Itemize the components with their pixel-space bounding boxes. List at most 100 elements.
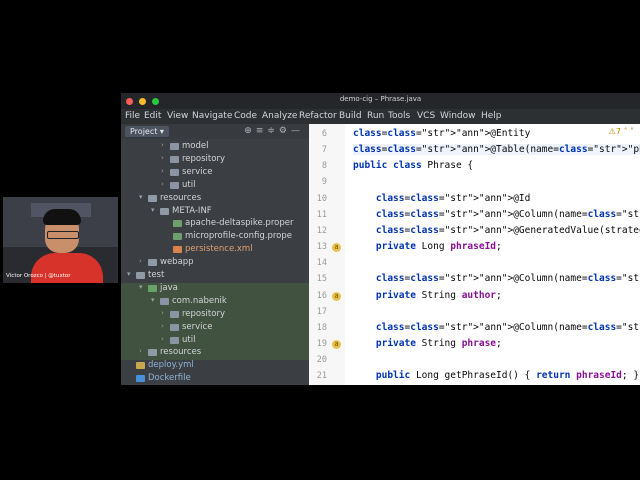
- tree-item-test[interactable]: ▾ test: [121, 270, 309, 283]
- menu-item-view[interactable]: View: [167, 111, 188, 121]
- tree-item-label: persistence.xml: [185, 244, 253, 255]
- menu-item-help[interactable]: Help: [481, 111, 502, 121]
- menu-item-window[interactable]: Window: [440, 111, 476, 121]
- line-number: 14: [316, 258, 327, 269]
- expand-all-icon[interactable]: ≡: [256, 126, 268, 136]
- chevron-right-icon[interactable]: ›: [139, 257, 142, 265]
- tree-item-meta-inf[interactable]: ▾ META-INF: [121, 206, 309, 219]
- tree-item-label: Dockerfile: [148, 373, 191, 384]
- tree-item-repository[interactable]: › repository: [121, 308, 309, 322]
- tree-item-util[interactable]: › util: [121, 180, 309, 193]
- tree-item-microprofile-config-prope[interactable]: microprofile-config.prope: [121, 231, 309, 244]
- window-title: demo-cig – Phrase.java: [339, 95, 422, 103]
- project-view-dropdown[interactable]: Project ▾: [125, 126, 169, 137]
- code-line: 9: [309, 175, 640, 191]
- menu-bar: File Edit View Navigate Code Analyze Refactor B…: [121, 109, 640, 124]
- chevron-right-icon[interactable]: ›: [161, 335, 164, 343]
- code-editor[interactable]: 6 class=class="str">"ann">@Entity 7 class=c…: [309, 124, 640, 385]
- line-number: 13: [316, 242, 327, 253]
- chevron-up-icon[interactable]: ˄: [623, 127, 627, 136]
- menu-item-file[interactable]: File: [125, 111, 140, 121]
- annotation-marker-icon[interactable]: a: [332, 243, 341, 253]
- chevron-right-icon[interactable]: ›: [139, 347, 142, 355]
- chevron-right-icon[interactable]: ›: [161, 322, 164, 330]
- gear-icon[interactable]: ⚙: [279, 126, 291, 136]
- ide-window: demo-cig – Phrase.java File Edit View Navig…: [121, 93, 640, 385]
- package-icon: [170, 168, 179, 176]
- chevron-right-icon[interactable]: ›: [161, 154, 164, 162]
- line-number: 7: [321, 145, 327, 156]
- locate-icon[interactable]: ⊕: [244, 126, 256, 136]
- tree-item-label: resources: [160, 192, 202, 203]
- code-line: 20: [309, 353, 640, 369]
- tree-item-webapp[interactable]: › webapp: [121, 257, 309, 270]
- chevron-down-icon[interactable]: ▾: [151, 206, 155, 214]
- line-number: 16: [316, 290, 327, 301]
- tree-item-model[interactable]: › model: [121, 141, 309, 154]
- file-icon: [173, 220, 182, 228]
- hide-panel-icon[interactable]: —: [291, 126, 304, 136]
- menu-item-vcs[interactable]: VCS: [417, 111, 435, 121]
- chevron-right-icon[interactable]: ›: [161, 167, 164, 175]
- tree-item-resources[interactable]: ▾ resources: [121, 193, 309, 206]
- chevron-down-icon[interactable]: ˅: [630, 127, 634, 136]
- code-text: class=class="str">"ann">@Column(name=cla…: [375, 273, 640, 285]
- project-panel-header: Project ▾ ⊕≡≑⚙—: [121, 124, 309, 139]
- tree-item-service[interactable]: › service: [121, 321, 309, 335]
- annotation-marker-icon[interactable]: a: [332, 291, 341, 301]
- code-line: 7 class=class="str">"ann">@Table(name=cla…: [309, 143, 640, 159]
- code-text: public Long getPhraseId() { return phras…: [375, 370, 640, 382]
- chevron-right-icon[interactable]: ›: [161, 141, 164, 149]
- menu-item-run[interactable]: Run: [367, 111, 384, 121]
- menu-item-analyze[interactable]: Analyze: [262, 111, 297, 121]
- project-view-label: Project: [130, 127, 158, 136]
- tree-item-com-nabenik[interactable]: ▾ com.nabenik: [121, 295, 309, 309]
- tree-item-resources[interactable]: › resources: [121, 347, 309, 361]
- tree-item-dockerfile[interactable]: Dockerfile: [121, 373, 309, 385]
- menu-item-edit[interactable]: Edit: [144, 111, 161, 121]
- tree-item-deploy-yml[interactable]: deploy.yml: [121, 360, 309, 373]
- chevron-down-icon[interactable]: ▾: [139, 193, 143, 201]
- chevron-down-icon[interactable]: ▾: [151, 296, 155, 304]
- code-line: 16 a private String author;: [309, 289, 640, 305]
- package-icon: [170, 323, 179, 331]
- chevron-right-icon[interactable]: ›: [161, 309, 164, 317]
- yml-icon: [136, 362, 145, 370]
- annotation-marker-icon[interactable]: a: [332, 339, 341, 349]
- tree-item-repository[interactable]: › repository: [121, 154, 309, 167]
- tree-item-label: repository: [182, 153, 225, 164]
- tree-item-java[interactable]: ▾ java: [121, 282, 309, 296]
- menu-item-tools[interactable]: Tools: [388, 111, 410, 121]
- tree-item-label: service: [182, 166, 213, 177]
- tree-item-label: util: [182, 179, 196, 190]
- menu-item-navigate[interactable]: Navigate: [192, 111, 232, 121]
- webcam-caption: Víctor Orozco | @tuxtor: [6, 273, 71, 279]
- tree-item-apache-deltaspike-proper[interactable]: apache-deltaspike.proper: [121, 218, 309, 231]
- code-text: class=class="str">"ann">@Column(name=cla…: [375, 208, 640, 220]
- code-line: 18 class=class="str">"ann">@Column(name=…: [309, 321, 640, 337]
- menu-item-code[interactable]: Code: [234, 111, 257, 121]
- line-number: 21: [316, 371, 327, 382]
- inspection-widget[interactable]: ⚠7 ˄ ˅: [609, 127, 634, 136]
- menu-item-build[interactable]: Build: [339, 111, 362, 121]
- code-text: class=class="str">"ann">@GeneratedValue(…: [375, 224, 640, 236]
- chevron-down-icon[interactable]: ▾: [127, 270, 131, 278]
- project-panel: Project ▾ ⊕≡≑⚙— › model › repository › servic…: [121, 124, 309, 385]
- tree-item-util[interactable]: › util: [121, 334, 309, 348]
- code-text: class=class="str">"ann">@Entity: [353, 128, 531, 139]
- tree-item-service[interactable]: › service: [121, 167, 309, 180]
- tree-item-label: microprofile-config.prope: [185, 231, 292, 242]
- tree-item-label: test: [148, 270, 165, 280]
- menu-item-refactor[interactable]: Refactor: [299, 111, 337, 121]
- line-number: 6: [321, 129, 327, 139]
- collapse-all-icon[interactable]: ≑: [267, 126, 279, 136]
- line-number: 15: [316, 274, 327, 285]
- chevron-right-icon[interactable]: ›: [161, 180, 164, 188]
- tree-item-label: apache-deltaspike.proper: [185, 218, 294, 229]
- code-line: 19 a private String phrase;: [309, 337, 640, 353]
- warning-count: 7: [615, 127, 621, 136]
- docker-icon: [136, 375, 145, 383]
- tree-item-persistence-xml[interactable]: persistence.xml: [121, 244, 309, 257]
- line-number: 11: [316, 209, 327, 220]
- chevron-down-icon[interactable]: ▾: [139, 283, 143, 291]
